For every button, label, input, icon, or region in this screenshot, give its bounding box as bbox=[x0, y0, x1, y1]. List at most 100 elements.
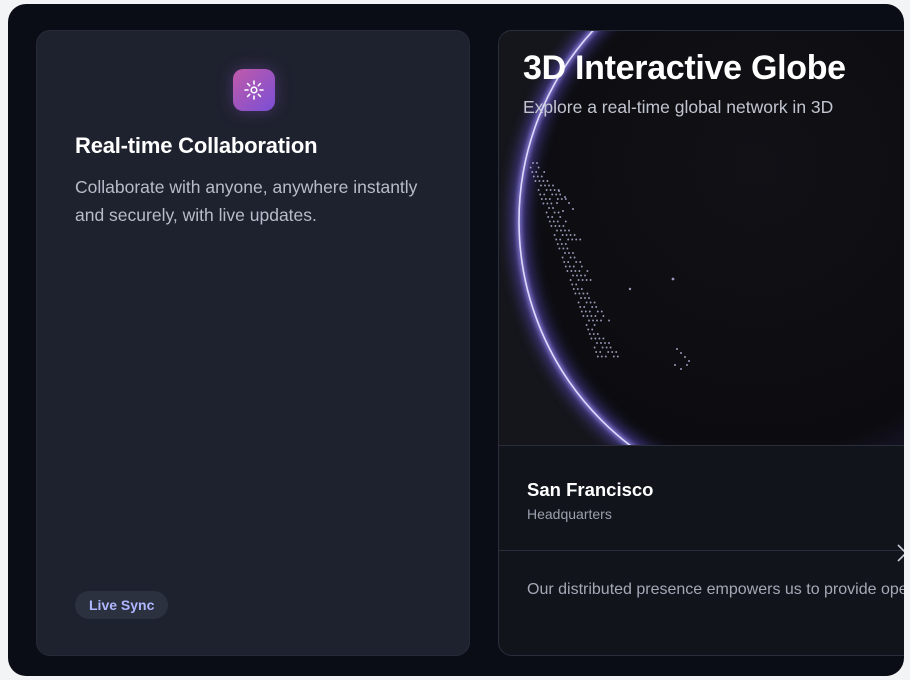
globe-dot bbox=[548, 198, 551, 200]
globe-dot bbox=[529, 166, 532, 169]
globe-card: 3D Interactive Globe Explore a real-time… bbox=[498, 30, 904, 656]
globe-dot bbox=[577, 301, 580, 304]
globe-dot bbox=[556, 202, 558, 204]
feature-icon-badge bbox=[233, 69, 275, 111]
next-arrow-icon[interactable] bbox=[897, 544, 904, 562]
globe-dot bbox=[602, 337, 605, 340]
globe-dot bbox=[548, 207, 550, 209]
globe-dot bbox=[562, 210, 564, 212]
globe-dot bbox=[552, 184, 554, 187]
globe-dot bbox=[554, 225, 557, 227]
globe-dot bbox=[594, 337, 597, 340]
globe-dot bbox=[569, 256, 572, 259]
globe-dot bbox=[564, 243, 567, 245]
globe-dot bbox=[564, 196, 566, 198]
globe-dot bbox=[595, 351, 598, 353]
globe-dot bbox=[571, 283, 574, 286]
globe-dot bbox=[686, 364, 688, 366]
globe-dot bbox=[545, 189, 548, 191]
globe-dot bbox=[548, 220, 551, 223]
globe-dot bbox=[560, 243, 563, 245]
globe-title: 3D Interactive Globe bbox=[523, 49, 846, 87]
globe-dot bbox=[587, 328, 590, 331]
globe-dot bbox=[535, 171, 538, 173]
globe-dot bbox=[540, 184, 542, 187]
globe-dot bbox=[579, 306, 582, 308]
globe-dot bbox=[564, 265, 567, 268]
globe-graphic bbox=[511, 31, 904, 445]
globe-dot bbox=[602, 315, 605, 317]
globe-dot bbox=[552, 220, 555, 223]
globe-dot bbox=[592, 319, 594, 322]
globe-dot bbox=[593, 346, 596, 349]
globe-dot bbox=[542, 202, 545, 205]
globe-dot bbox=[598, 337, 601, 340]
globe-dot bbox=[599, 351, 602, 353]
globe-dot bbox=[593, 324, 596, 326]
globe-dot bbox=[555, 238, 558, 241]
globe-dot bbox=[562, 247, 565, 250]
globe-dot bbox=[580, 297, 582, 299]
globe-dot bbox=[611, 351, 614, 353]
globe-dot bbox=[572, 265, 575, 268]
globe-dot bbox=[543, 193, 546, 196]
globe-dot bbox=[558, 225, 561, 227]
globe-dot bbox=[585, 279, 588, 281]
globe-dot bbox=[551, 216, 554, 218]
sun-burst-icon bbox=[244, 80, 264, 100]
globe-dot bbox=[674, 364, 676, 366]
globe-dot bbox=[604, 355, 607, 358]
globe-dot bbox=[578, 292, 581, 295]
globe-dot bbox=[563, 261, 566, 263]
globe-dot bbox=[564, 220, 567, 223]
globe-dot bbox=[588, 310, 591, 313]
globe-dot bbox=[589, 279, 592, 281]
location-panel[interactable]: San Francisco Headquarters bbox=[499, 445, 904, 562]
globe-dot bbox=[553, 234, 556, 236]
globe-dot bbox=[680, 352, 682, 354]
globe-dot bbox=[568, 265, 571, 268]
globe-dot bbox=[590, 337, 593, 340]
globe-dot bbox=[550, 225, 553, 227]
globe-dot bbox=[566, 270, 569, 272]
globe-dot bbox=[580, 274, 582, 277]
globe-dot bbox=[537, 166, 540, 169]
live-sync-badge: Live Sync bbox=[75, 591, 169, 619]
globe-dot bbox=[591, 306, 594, 308]
globe-dot bbox=[565, 234, 568, 236]
globe-dot bbox=[559, 193, 562, 196]
globe-dot bbox=[557, 211, 560, 214]
globe-dot bbox=[553, 189, 556, 191]
globe-dot bbox=[544, 198, 547, 200]
globe-dot bbox=[600, 310, 603, 313]
globe-dot bbox=[556, 243, 559, 245]
globe-dot bbox=[584, 297, 586, 299]
globe-dot bbox=[612, 355, 615, 358]
globe-dot bbox=[596, 333, 599, 335]
globe-dot bbox=[582, 292, 585, 295]
globe-dot bbox=[575, 261, 578, 263]
globe-dot bbox=[562, 225, 565, 227]
globe-dot bbox=[586, 315, 589, 317]
globe-dot bbox=[559, 238, 562, 241]
globe-subtitle: Explore a real-time global network in 3D bbox=[523, 97, 834, 117]
globe-dot bbox=[616, 355, 619, 358]
globe-dot bbox=[583, 306, 586, 308]
globe-visual[interactable]: 3D Interactive Globe Explore a real-time… bbox=[499, 31, 904, 445]
globe-dot bbox=[536, 162, 538, 164]
globe-dot bbox=[615, 351, 618, 353]
globe-dot bbox=[608, 342, 610, 344]
globe-dot bbox=[575, 283, 578, 286]
collaboration-description: Collaborate with anyone, anywhere instan… bbox=[75, 177, 418, 225]
globe-dot bbox=[552, 207, 554, 209]
globe-dot bbox=[600, 319, 602, 322]
globe-dot bbox=[547, 216, 550, 218]
globe-dot bbox=[568, 202, 570, 204]
globe-dot bbox=[550, 202, 553, 205]
globe-dot bbox=[589, 301, 592, 304]
globe-dot bbox=[684, 356, 686, 358]
globe-dot bbox=[548, 184, 550, 187]
globe-dot bbox=[585, 324, 588, 326]
globe-dot bbox=[544, 184, 546, 187]
globe-dot bbox=[574, 292, 577, 295]
